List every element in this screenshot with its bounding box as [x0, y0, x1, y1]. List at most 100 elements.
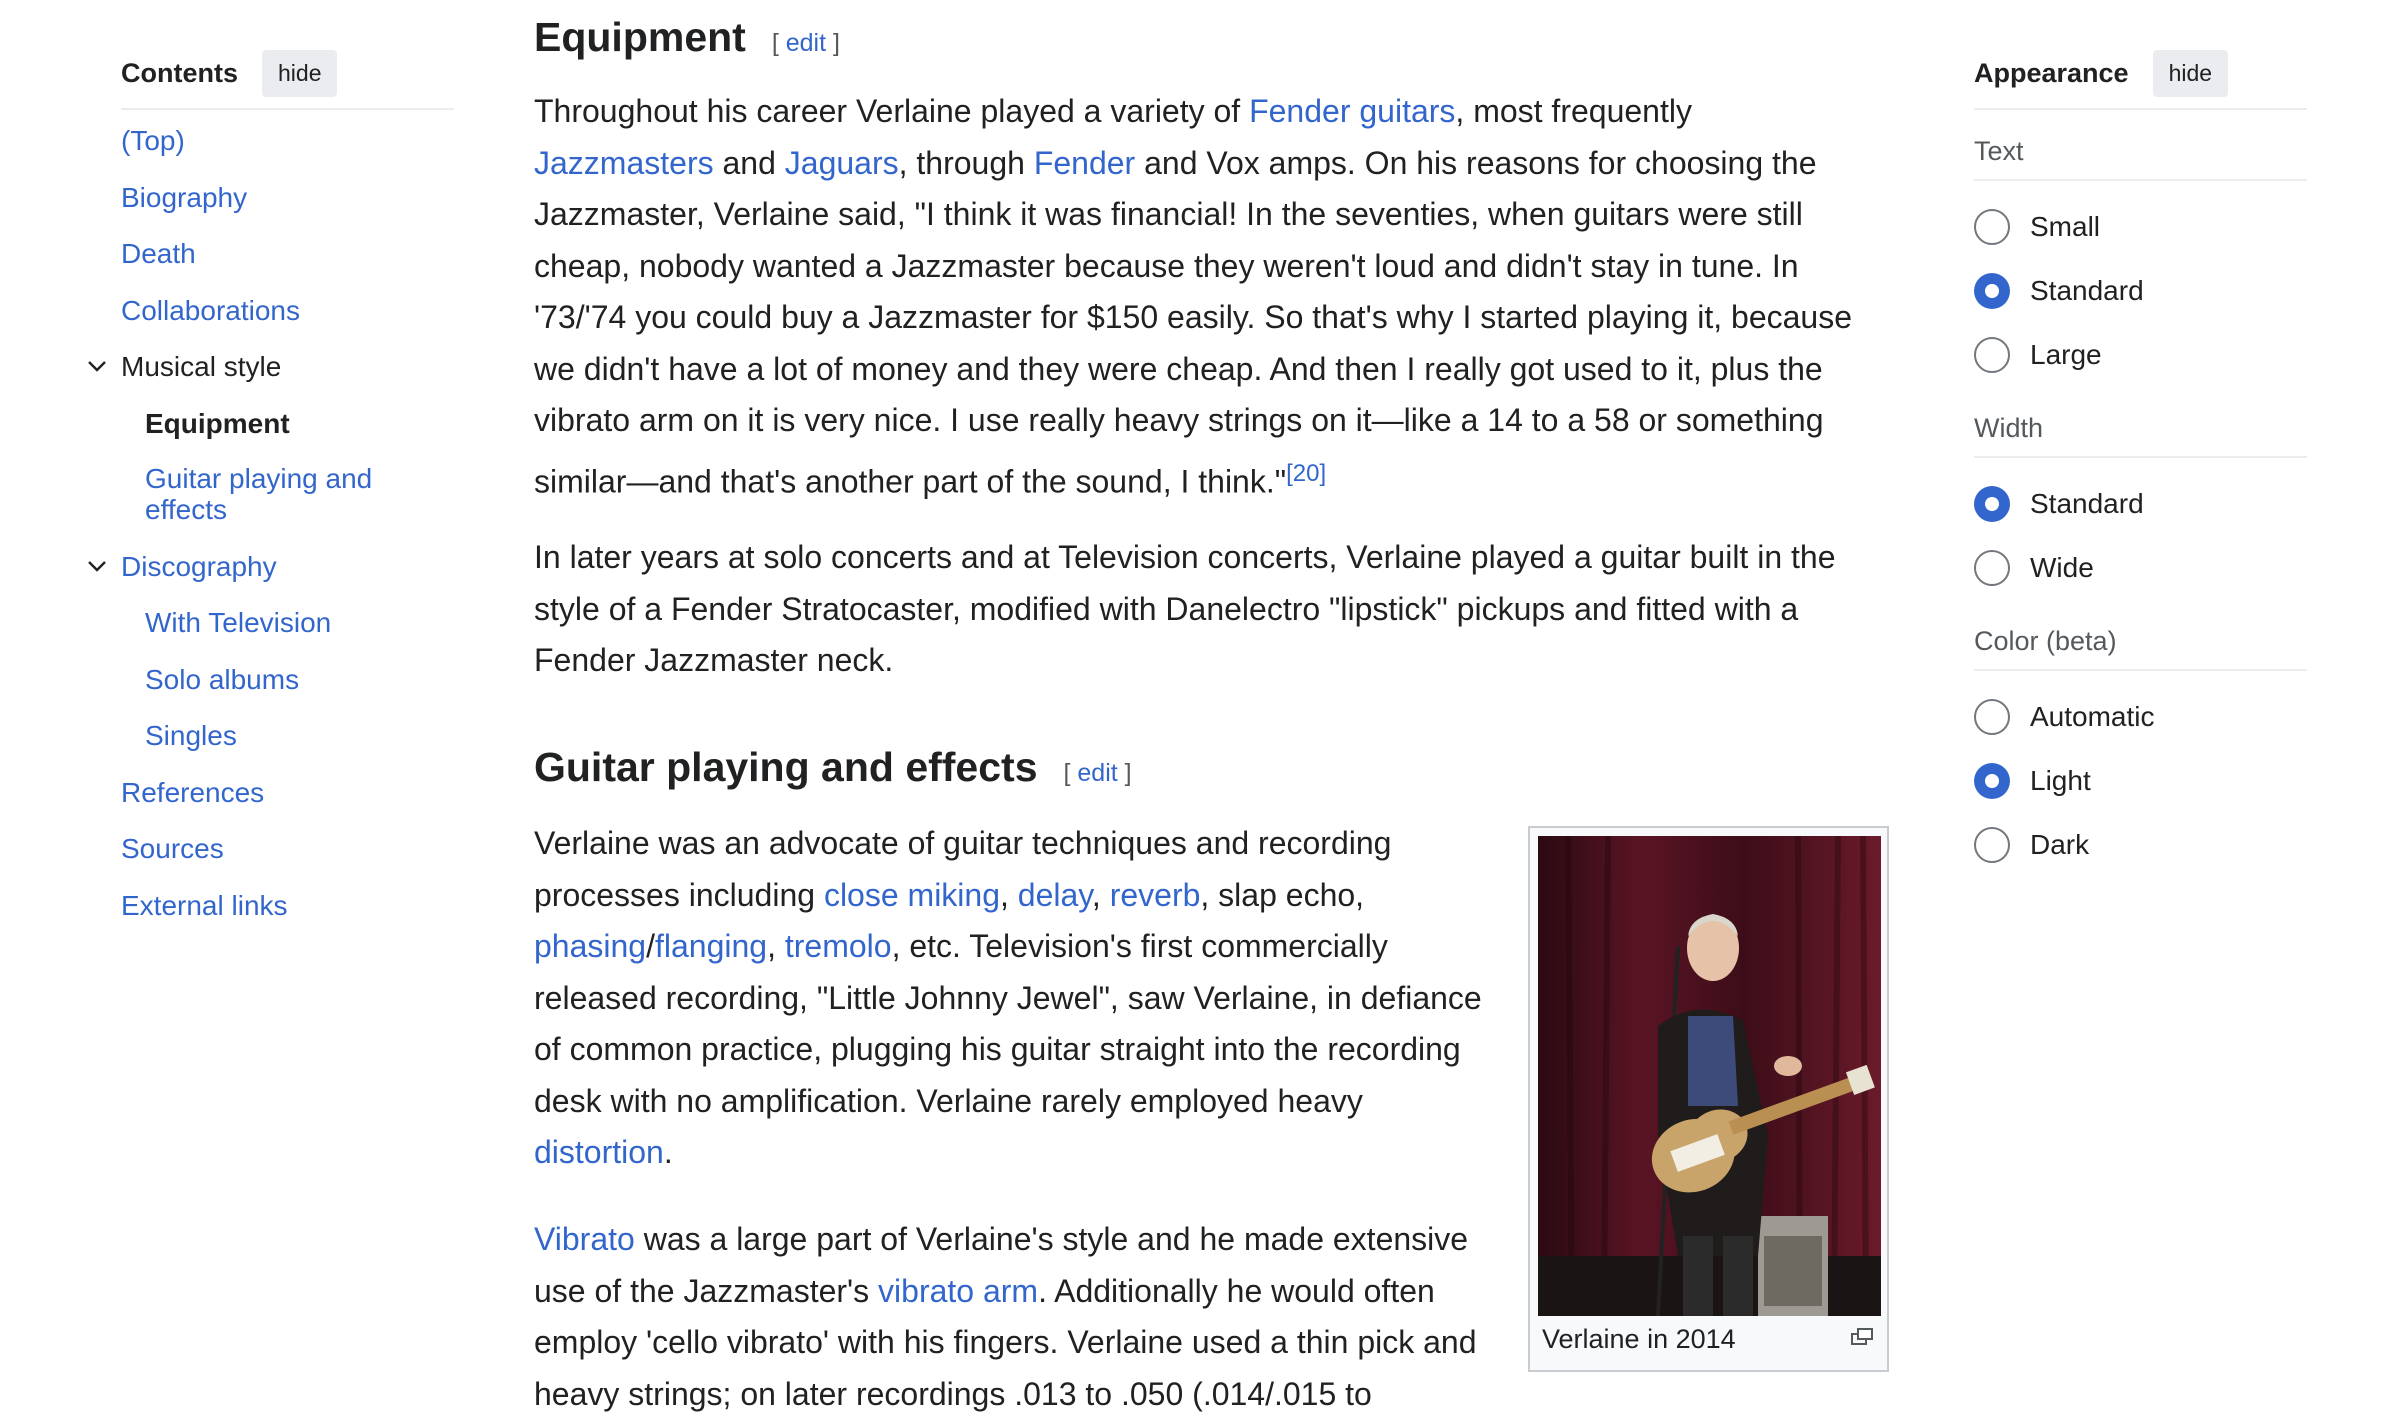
link-fender[interactable]: Fender — [1034, 145, 1135, 181]
toc-item-label[interactable]: (Top) — [121, 125, 185, 156]
toc-item-musical-style[interactable]: Musical style — [88, 350, 454, 384]
toc-item-label[interactable]: With Television — [145, 607, 331, 638]
radio-option-standard[interactable]: Standard — [1974, 472, 2307, 536]
link-vibrato[interactable]: Vibrato — [534, 1221, 635, 1257]
toc-item-with-television[interactable]: With Television — [121, 606, 454, 640]
toc-item-guitar-playing[interactable]: Guitar playing and effects — [121, 463, 454, 527]
radio-label: Light — [2030, 765, 2091, 796]
appearance-hide-button[interactable]: hide — [2152, 49, 2229, 97]
chevron-down-icon[interactable] — [85, 354, 109, 378]
radio-option-automatic[interactable]: Automatic — [1974, 685, 2307, 749]
radio-option-large[interactable]: Large — [1974, 323, 2307, 387]
radio-button[interactable] — [1974, 550, 2010, 586]
toc-item-label[interactable]: References — [121, 777, 264, 808]
radio-button[interactable] — [1974, 486, 2010, 522]
toc-item-label[interactable]: External links — [121, 890, 288, 921]
text: , slap echo, — [1200, 876, 1365, 913]
toc-item-label[interactable]: Guitar playing and effects — [145, 463, 405, 525]
image-figure: Verlaine in 2014 — [1528, 826, 1889, 1372]
radio-label: Large — [2030, 339, 2102, 370]
text: , — [1000, 876, 1018, 913]
link-jaguars[interactable]: Jaguars — [785, 145, 899, 181]
link-fender-guitars[interactable]: Fender guitars — [1249, 93, 1455, 129]
toc-item-label[interactable]: Equipment — [145, 408, 290, 439]
link-close-miking[interactable]: close miking — [824, 877, 1000, 913]
radio-group: Small Standard Large — [1974, 181, 2307, 387]
link-delay[interactable]: delay — [1018, 877, 1092, 913]
radio-option-dark[interactable]: Dark — [1974, 813, 2307, 877]
radio-button[interactable] — [1974, 827, 2010, 863]
toc-item-external-links[interactable]: External links — [121, 889, 454, 923]
toc-item-label[interactable]: Singles — [145, 720, 237, 751]
radio-button[interactable] — [1974, 763, 2010, 799]
toc-list: (Top) Biography Death Collaborations Mus… — [88, 124, 454, 923]
link-vibrato-arm[interactable]: vibrato arm — [878, 1273, 1038, 1309]
toc-item-label[interactable]: Discography — [121, 551, 277, 582]
link-distortion[interactable]: distortion — [534, 1134, 664, 1170]
edit-link[interactable]: edit — [786, 29, 826, 57]
text: , — [1091, 876, 1110, 913]
toc-item-label[interactable]: Biography — [121, 182, 247, 213]
appearance-group-title: Text — [1974, 110, 2307, 181]
radio-option-small[interactable]: Small — [1974, 195, 2307, 259]
toc-item-label[interactable]: Collaborations — [121, 295, 300, 326]
radio-button[interactable] — [1974, 209, 2010, 245]
toc-item-singles[interactable]: Singles — [121, 719, 454, 753]
toc-item-label[interactable]: Death — [121, 238, 196, 269]
appearance-group-title: Width — [1974, 387, 2307, 458]
text: and Vox amps. On his reasons for choosin… — [534, 144, 1853, 500]
toc-item-label[interactable]: Musical style — [121, 351, 281, 382]
radio-label: Standard — [2030, 488, 2144, 519]
radio-button[interactable] — [1974, 273, 2010, 309]
toc-item-top[interactable]: (Top) — [121, 124, 454, 158]
text: Throughout his career Verlaine played a … — [534, 93, 1250, 129]
text: / — [646, 928, 655, 964]
radio-option-light[interactable]: Light — [1974, 749, 2307, 813]
figure-caption: Verlaine in 2014 — [1542, 1324, 1736, 1354]
edit-section-link: [ edit ] — [1063, 759, 1132, 787]
paragraph-guitar-1: Verlaine was an advocate of guitar techn… — [534, 818, 1494, 1179]
radio-group: Automatic Light Dark — [1974, 671, 2307, 877]
toc-item-death[interactable]: Death — [121, 237, 454, 271]
radio-button[interactable] — [1974, 337, 2010, 373]
toc-item-collaborations[interactable]: Collaborations — [121, 294, 454, 328]
text: . — [663, 1134, 673, 1170]
section-heading-guitar-playing: Guitar playing and effects [ edit ] — [534, 744, 1132, 791]
link-jazzmasters[interactable]: Jazzmasters — [534, 145, 714, 181]
radio-label: Standard — [2030, 275, 2144, 306]
toc-hide-button[interactable]: hide — [262, 49, 338, 97]
section-title: Guitar playing and effects — [534, 744, 1038, 790]
text: , most frequently — [1455, 93, 1692, 129]
toc-item-label[interactable]: Sources — [121, 833, 224, 864]
table-of-contents: Contents hide (Top) Biography Death Coll… — [88, 48, 454, 945]
appearance-groups: Text Small Standard Large Width Standard Wide C… — [1974, 110, 2307, 877]
toc-item-biography[interactable]: Biography — [121, 181, 454, 215]
toc-item-equipment[interactable]: Equipment — [121, 407, 454, 441]
link-phasing[interactable]: phasing — [534, 928, 646, 964]
edit-section-link: [ edit ] — [771, 29, 840, 57]
appearance-group-title: Color (beta) — [1974, 600, 2307, 671]
radio-option-wide[interactable]: Wide — [1974, 536, 2307, 600]
toc-header: Contents hide — [121, 48, 454, 110]
toc-item-solo-albums[interactable]: Solo albums — [121, 663, 454, 697]
enlarge-icon[interactable] — [1851, 1328, 1873, 1346]
verlaine-photo[interactable] — [1538, 836, 1881, 1316]
paragraph-equipment-2: In later years at solo concerts and at T… — [534, 539, 1836, 678]
toc-item-label[interactable]: Solo albums — [145, 664, 299, 695]
radio-label: Small — [2030, 211, 2101, 242]
appearance-header: Appearance hide — [1974, 48, 2307, 110]
toc-item-discography[interactable]: Discography — [88, 550, 454, 584]
radio-button[interactable] — [1974, 699, 2010, 735]
radio-option-standard[interactable]: Standard — [1974, 259, 2307, 323]
link-flanging[interactable]: flanging — [655, 928, 767, 964]
edit-link[interactable]: edit — [1077, 759, 1117, 787]
link-tremolo[interactable]: tremolo — [785, 928, 892, 964]
section-title: Equipment — [534, 14, 746, 60]
citation-link[interactable]: [20] — [1286, 460, 1326, 487]
toc-item-sources[interactable]: Sources — [121, 832, 454, 866]
chevron-down-icon[interactable] — [85, 554, 109, 578]
text: , through — [898, 144, 1034, 181]
toc-item-references[interactable]: References — [121, 776, 454, 810]
link-reverb[interactable]: reverb — [1110, 877, 1201, 913]
paragraph-guitar-2: Vibrato was a large part of Verlaine's s… — [534, 1214, 1494, 1420]
